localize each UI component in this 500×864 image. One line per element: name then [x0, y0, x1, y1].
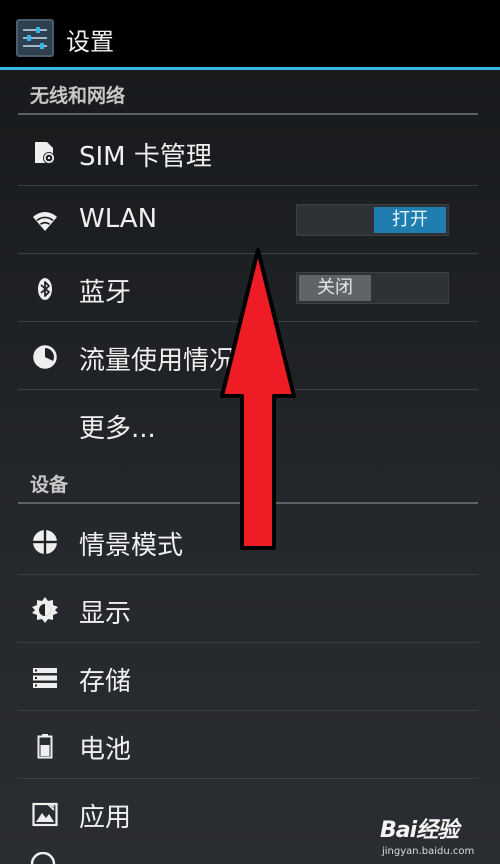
section-header-wireless: 无线和网络 [18, 75, 478, 115]
setting-label-wlan: WLAN [79, 204, 158, 234]
section-label-device: 设备 [30, 474, 69, 496]
bluetooth-toggle-off-label: 关闭 [299, 275, 371, 301]
storage-icon [33, 668, 57, 688]
page-title: 设置 [66, 28, 114, 56]
setting-label-storage: 存储 [79, 667, 132, 697]
settings-sliders-icon[interactable] [16, 19, 54, 57]
setting-item-sim[interactable]: SIM 卡管理 [18, 118, 478, 186]
setting-label-display: 显示 [79, 599, 132, 629]
battery-icon [37, 734, 53, 759]
setting-item-wlan[interactable]: WLAN 打开 [18, 186, 478, 254]
setting-label-more: 更多... [79, 414, 156, 444]
watermark-url: jingyan.baidu.com [382, 846, 475, 857]
wifi-icon [33, 212, 57, 231]
sim-card-icon [35, 142, 55, 164]
watermark-brand: Bai经验 [380, 818, 459, 843]
wlan-toggle[interactable]: 打开 [296, 204, 449, 236]
setting-item-display[interactable]: 显示 [18, 575, 478, 643]
wlan-toggle-on-label: 打开 [374, 207, 446, 233]
bluetooth-icon [38, 278, 52, 300]
section-label-wireless: 无线和网络 [30, 85, 126, 107]
section-divider [18, 113, 478, 115]
setting-label-apps: 应用 [79, 803, 132, 833]
setting-item-storage[interactable]: 存储 [18, 643, 478, 711]
setting-label-profiles: 情景模式 [79, 531, 184, 561]
apps-icon [32, 802, 58, 827]
setting-label-bluetooth: 蓝牙 [79, 278, 132, 308]
setting-label-sim: SIM 卡管理 [79, 142, 212, 172]
scroll-up-arrow-annotation [220, 248, 296, 550]
profiles-icon [33, 530, 57, 554]
setting-label-battery: 电池 [79, 735, 132, 765]
partial-row-icon [30, 852, 56, 864]
setting-label-data-usage: 流量使用情况 [79, 346, 236, 376]
settings-screen: 设置 无线和网络 SIM 卡管理 WLAN 打开 蓝牙 关闭 流量使用情况 更多… [0, 0, 500, 864]
display-brightness-icon [32, 597, 58, 623]
bluetooth-toggle[interactable]: 关闭 [296, 272, 449, 304]
data-usage-icon [33, 345, 57, 369]
baidu-jingyan-watermark: Bai经验 jingyan.baidu.com [380, 812, 498, 862]
setting-item-battery[interactable]: 电池 [18, 711, 478, 779]
action-bar: 设置 [0, 0, 500, 70]
